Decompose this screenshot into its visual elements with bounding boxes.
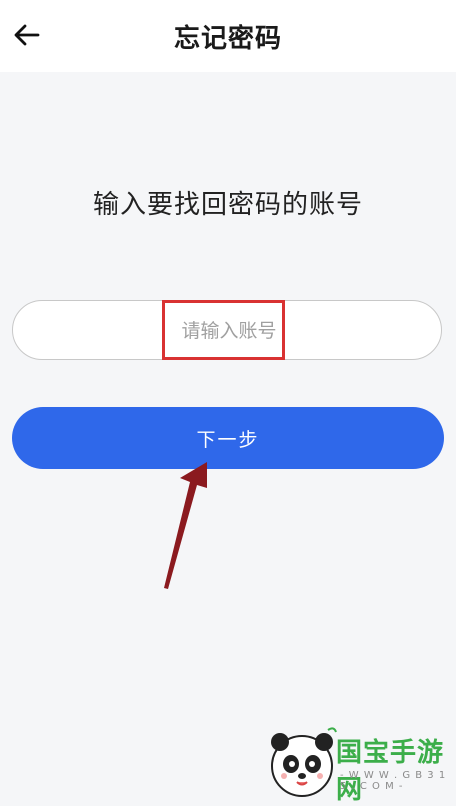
next-button[interactable]: 下一步 — [12, 407, 444, 469]
watermark: 国宝手游网 - W W W . G B 3 1 5 . C O M - — [264, 724, 456, 805]
watermark-url: - W W W . G B 3 1 5 . C O M - — [340, 770, 447, 792]
prompt-text: 输入要找回密码的账号 — [92, 190, 363, 220]
annotation-arrow-icon — [164, 462, 207, 589]
header-bar: 忘记密码 — [0, 0, 456, 72]
account-input[interactable] — [13, 301, 445, 361]
panda-logo-icon — [271, 727, 337, 797]
watermark-text: 国宝手游网 — [336, 738, 445, 805]
page-title: 忘记密码 — [173, 24, 282, 54]
account-input-container — [12, 300, 445, 361]
